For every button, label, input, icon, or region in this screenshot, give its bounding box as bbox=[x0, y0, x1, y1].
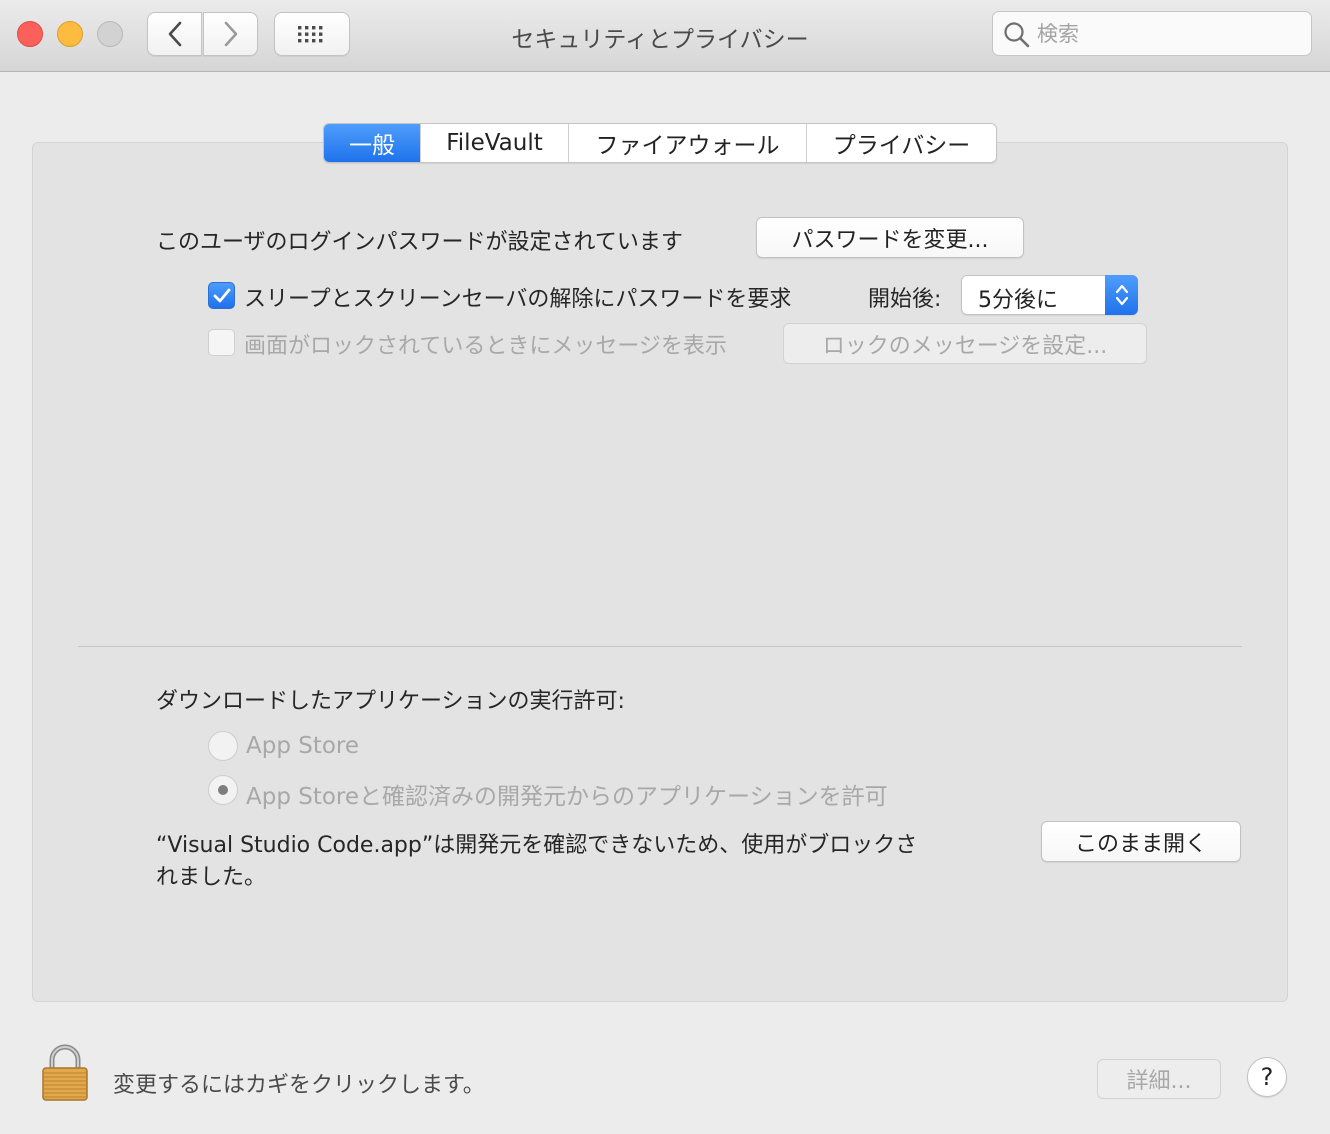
lock-icon bbox=[42, 1044, 88, 1101]
advanced-button[interactable]: 詳細... bbox=[1097, 1059, 1221, 1099]
blocked-message-line1: “Visual Studio Code.app”は開発元を確認できないため、使用… bbox=[156, 833, 918, 858]
tab-bar: 一般 FileVault ファイアウォール プライバシー bbox=[323, 123, 997, 163]
after-label: 開始後: bbox=[868, 287, 942, 312]
lock-message-checkbox[interactable] bbox=[208, 329, 235, 356]
back-button[interactable] bbox=[147, 12, 202, 56]
chevron-right-icon bbox=[224, 21, 237, 47]
chevron-left-icon bbox=[168, 21, 181, 47]
help-button[interactable]: ? bbox=[1247, 1057, 1287, 1097]
tab-firewall[interactable]: ファイアウォール bbox=[568, 124, 806, 162]
checkmark-icon bbox=[213, 288, 230, 302]
grid-icon bbox=[298, 26, 323, 43]
search-icon bbox=[1004, 22, 1030, 48]
radio-selected-dot bbox=[218, 785, 228, 795]
show-all-button[interactable] bbox=[274, 12, 350, 56]
radio-app-store[interactable] bbox=[208, 731, 238, 761]
chevron-up-down-icon bbox=[1115, 284, 1128, 306]
search-input[interactable] bbox=[1037, 12, 1302, 55]
set-lock-message-button[interactable]: ロックのメッセージを設定... bbox=[783, 323, 1147, 364]
tab-filevault[interactable]: FileVault bbox=[420, 124, 568, 162]
window-title: セキュリティとプライバシー bbox=[511, 27, 809, 53]
tab-general[interactable]: 一般 bbox=[324, 124, 420, 162]
password-delay-popup[interactable]: 5分後に bbox=[961, 275, 1138, 315]
change-password-button[interactable]: パスワードを変更... bbox=[756, 217, 1024, 258]
lock-message-label: 画面がロックされているときにメッセージを表示 bbox=[244, 334, 727, 359]
require-password-label: スリープとスクリーンセーバの解除にパスワードを要求 bbox=[244, 287, 792, 312]
password-status-text: このユーザのログインパスワードが設定されています bbox=[156, 230, 683, 255]
close-window-button[interactable] bbox=[17, 21, 43, 47]
search-field[interactable] bbox=[992, 11, 1312, 56]
tab-privacy[interactable]: プライバシー bbox=[806, 124, 996, 162]
radio-app-store-label: App Store bbox=[246, 733, 360, 759]
downloads-heading: ダウンロードしたアプリケーションの実行許可: bbox=[156, 689, 625, 714]
require-password-checkbox[interactable] bbox=[208, 282, 235, 309]
open-anyway-button[interactable]: このまま開く bbox=[1041, 821, 1241, 862]
blocked-message-line2: れました。 bbox=[156, 865, 267, 890]
radio-app-store-identified[interactable] bbox=[208, 775, 238, 805]
section-divider bbox=[78, 646, 1242, 647]
lock-text: 変更するにはカギをクリックします。 bbox=[113, 1073, 485, 1098]
zoom-window-button[interactable] bbox=[97, 21, 123, 47]
lock-button[interactable] bbox=[40, 1044, 90, 1106]
title-bar: セキュリティとプライバシー bbox=[0, 0, 1330, 72]
minimize-window-button[interactable] bbox=[57, 21, 83, 47]
password-delay-value: 5分後に bbox=[978, 288, 1058, 313]
radio-app-store-identified-label: App Storeと確認済みの開発元からのアプリケーションを許可 bbox=[246, 784, 888, 810]
popup-stepper[interactable] bbox=[1105, 275, 1138, 315]
forward-button[interactable] bbox=[203, 12, 258, 56]
